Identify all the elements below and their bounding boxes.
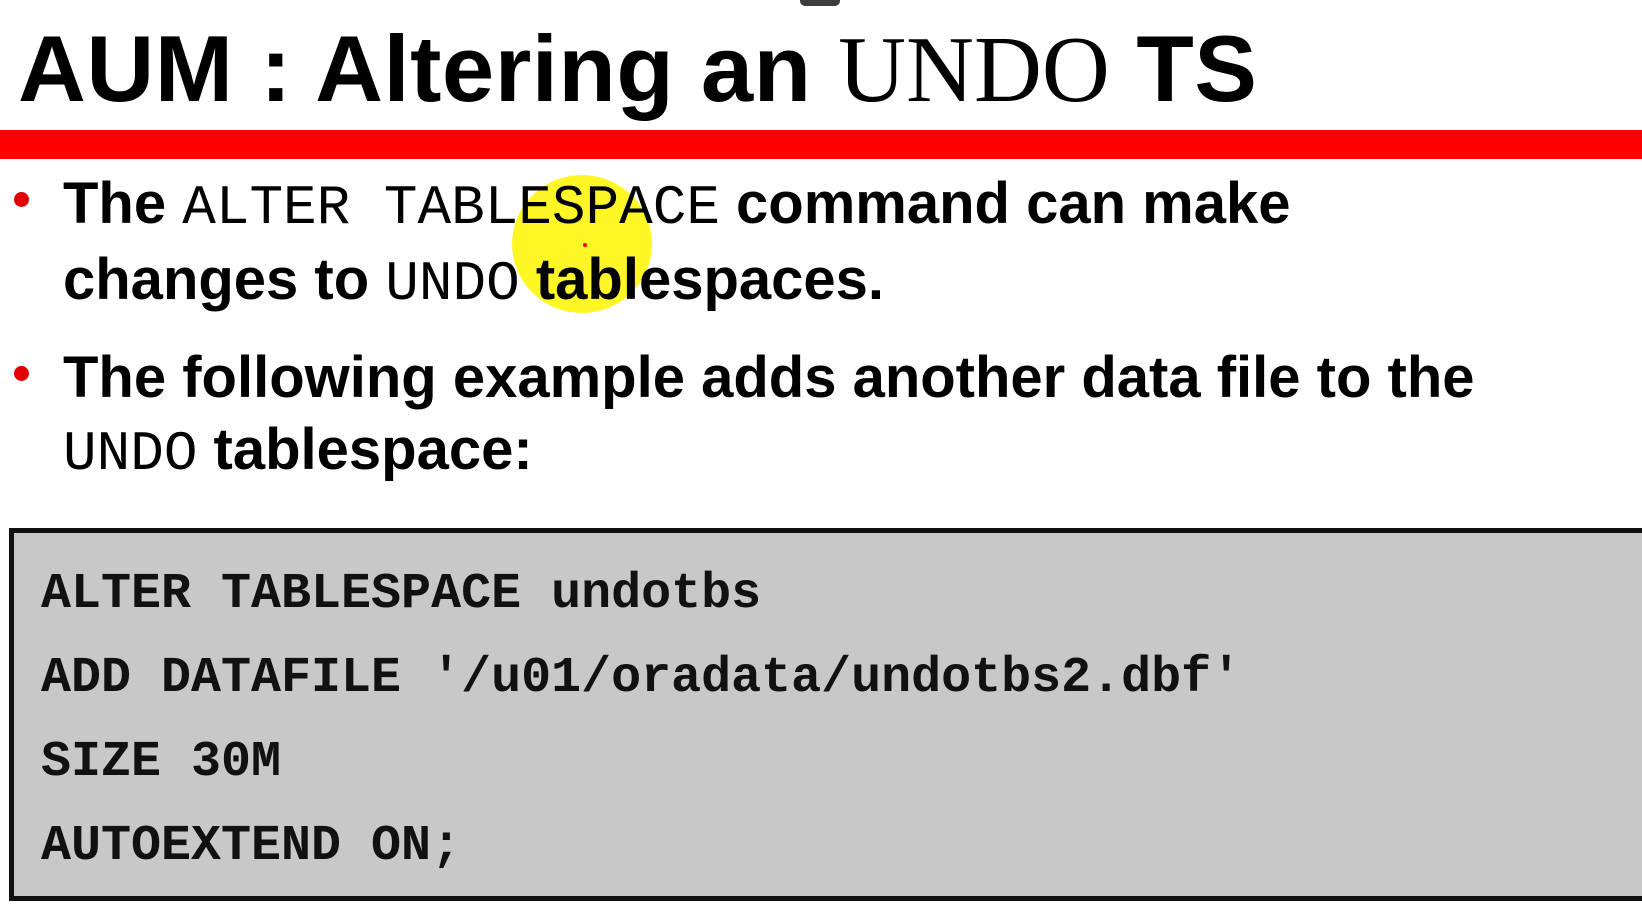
- bullet-item-alter-tablespace: The ALTER TABLESPACE command can make cha…: [0, 168, 1642, 320]
- bullet-item-example: The following example adds another data …: [0, 342, 1642, 490]
- bullet-text: tablespace:: [197, 417, 533, 482]
- bullet-text: command can make: [719, 171, 1291, 236]
- title-undo: UNDO: [838, 18, 1110, 122]
- code-line: AUTOEXTEND ON;: [41, 818, 462, 875]
- bullet-marker: [14, 366, 29, 381]
- title-divider: [0, 130, 1642, 159]
- inline-code: UNDO: [385, 252, 520, 316]
- code-line: ALTER TABLESPACE undotbs: [41, 566, 762, 623]
- title-prefix: AUM : Altering an: [18, 16, 839, 121]
- code-line: SIZE 30M: [41, 734, 282, 791]
- code-line: ADD DATAFILE '/u01/oradata/undotbs2.dbf': [41, 650, 1242, 707]
- bullet-text: changes to: [63, 247, 386, 312]
- bullet-text: The following example adds another data …: [63, 345, 1475, 410]
- inline-code: UNDO: [63, 422, 198, 486]
- code-block: ALTER TABLESPACE undotbs ADD DATAFILE '/…: [9, 528, 1642, 901]
- window-tab-handle: [800, 0, 840, 6]
- bullet-text: tablespaces.: [519, 247, 885, 312]
- bullet-marker: [14, 192, 29, 207]
- bullet-text: The: [63, 171, 183, 236]
- bullet-list: The ALTER TABLESPACE command can make cha…: [0, 168, 1642, 490]
- slide-title: AUM : Altering an UNDO TS: [18, 14, 1257, 125]
- title-suffix: TS: [1109, 16, 1258, 121]
- mouse-pointer-icon: [583, 243, 587, 247]
- inline-code: ALTER TABLESPACE: [182, 176, 720, 240]
